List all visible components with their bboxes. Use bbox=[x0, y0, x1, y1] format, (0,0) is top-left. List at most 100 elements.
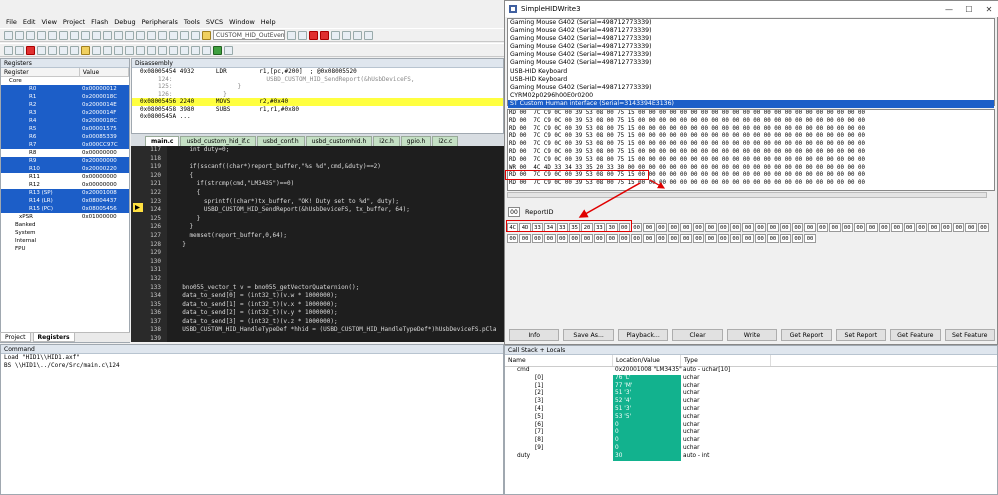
byte-field[interactable]: 00 bbox=[705, 223, 717, 232]
register-group[interactable]: System bbox=[1, 229, 129, 237]
register-group[interactable]: Internal bbox=[1, 237, 129, 245]
menu-item-file[interactable]: File bbox=[6, 18, 17, 26]
byte-field[interactable]: 00 bbox=[544, 233, 556, 243]
byte-field[interactable]: 00 bbox=[630, 233, 643, 243]
byte-field[interactable]: 00 bbox=[655, 233, 668, 243]
serial-window-icon[interactable] bbox=[169, 45, 178, 55]
write-button[interactable]: Write bbox=[726, 329, 778, 341]
file-tab[interactable]: i2c.c bbox=[432, 136, 459, 146]
register-row[interactable]: R15 (PC) 0x08005456 bbox=[1, 205, 129, 213]
device-item[interactable]: USB-HID Keyboard bbox=[508, 68, 994, 76]
byte-field[interactable]: 00 bbox=[568, 233, 581, 243]
register-group[interactable]: Banked bbox=[1, 221, 129, 229]
device-item[interactable]: Gaming Mouse G402 (Serial=498712773339) bbox=[508, 43, 994, 51]
device-item[interactable]: Gaming Mouse G402 (Serial=498712773339) bbox=[508, 84, 994, 92]
breakpoint-kill-icon[interactable] bbox=[342, 30, 351, 40]
byte-field[interactable]: 00 bbox=[915, 223, 928, 232]
maximize-icon[interactable]: ☐ bbox=[959, 5, 979, 14]
find-icon[interactable] bbox=[287, 30, 296, 40]
menu-item-debug[interactable]: Debug bbox=[114, 18, 135, 26]
byte-field[interactable]: 00 bbox=[730, 223, 742, 232]
register-row[interactable]: xPSR 0x01000000 bbox=[1, 213, 129, 221]
callstack-row[interactable]: [4] 51 '3' uchar bbox=[505, 405, 997, 414]
byte-field[interactable]: 00 bbox=[903, 223, 915, 232]
report-id-field[interactable]: 00 bbox=[508, 207, 520, 217]
register-group-core[interactable]: Core bbox=[1, 77, 129, 85]
file-tab[interactable]: main.c bbox=[145, 136, 180, 146]
byte-field[interactable]: 00 bbox=[519, 233, 531, 243]
get-report-button[interactable]: Get Report bbox=[781, 329, 832, 341]
reset-icon[interactable] bbox=[4, 45, 13, 55]
find-in-files-icon[interactable] bbox=[298, 30, 307, 40]
disassembly-line[interactable]: 126: } bbox=[132, 91, 503, 99]
debug-settings-icon[interactable] bbox=[224, 45, 233, 55]
byte-field[interactable]: 00 bbox=[866, 223, 878, 232]
byte-field[interactable]: 00 bbox=[878, 223, 891, 232]
menu-item-peripherals[interactable]: Peripherals bbox=[142, 18, 178, 26]
callstack-row[interactable]: [8] 0 uchar bbox=[505, 437, 997, 445]
undo-icon[interactable] bbox=[81, 30, 90, 40]
disassembly-line[interactable]: 0x08005456 2240 MOVS r2,#0x40 bbox=[132, 98, 503, 106]
step-over-icon[interactable] bbox=[48, 45, 57, 55]
file-tab[interactable]: gpio.h bbox=[400, 136, 432, 146]
byte-field[interactable]: 00 bbox=[742, 233, 754, 243]
analysis-window-icon[interactable] bbox=[180, 45, 189, 55]
callstack-row[interactable]: cmd 0x20001008 "LM3435" auto - uchar[10] bbox=[505, 367, 997, 375]
register-row[interactable]: R3 0x2000014F bbox=[1, 109, 129, 117]
register-row[interactable]: R4 0x2000018C bbox=[1, 117, 129, 125]
info-button[interactable]: Info bbox=[509, 329, 560, 341]
byte-field[interactable]: 00 bbox=[680, 233, 692, 243]
registers-window-icon[interactable] bbox=[125, 45, 134, 55]
menu-item-project[interactable]: Project bbox=[63, 18, 85, 26]
step-out-icon[interactable] bbox=[59, 45, 68, 55]
callstack-row[interactable]: [1] 77 'M' uchar bbox=[505, 382, 997, 391]
byte-field[interactable]: 00 bbox=[816, 223, 829, 232]
memory-window-icon[interactable] bbox=[158, 45, 167, 55]
file-tab[interactable]: i2c.h bbox=[373, 136, 400, 146]
menu-item-view[interactable]: View bbox=[41, 18, 56, 26]
register-row[interactable]: R2 0x2000014E bbox=[1, 101, 129, 109]
byte-field[interactable]: 00 bbox=[754, 233, 767, 243]
device-item[interactable]: Gaming Mouse G402 (Serial=498712773339) bbox=[508, 27, 994, 35]
device-item[interactable]: CYRM02p0296h00E0r0200 bbox=[508, 92, 994, 100]
target-combo[interactable]: CUSTOM_HID_OutEvent_ bbox=[213, 30, 285, 40]
byte-field[interactable]: 00 bbox=[829, 223, 841, 232]
symbols-window-icon[interactable] bbox=[114, 45, 123, 55]
byte-field[interactable]: 00 bbox=[754, 223, 767, 232]
register-row[interactable]: R11 0x00000000 bbox=[1, 173, 129, 181]
byte-field[interactable]: 00 bbox=[668, 233, 680, 243]
byte-field[interactable]: 00 bbox=[791, 223, 804, 232]
save-as-button[interactable]: Save As... bbox=[563, 329, 614, 341]
register-row[interactable]: R12 0x00000000 bbox=[1, 181, 129, 189]
byte-field[interactable]: 00 bbox=[593, 233, 606, 243]
menu-item-flash[interactable]: Flash bbox=[91, 18, 108, 26]
callstack-row[interactable]: [3] 52 '4' uchar bbox=[505, 398, 997, 406]
get-feature-button[interactable]: Get Feature bbox=[890, 329, 941, 341]
byte-field[interactable]: 00 bbox=[779, 223, 791, 232]
file-tab[interactable]: usbd_customhid.h bbox=[305, 136, 373, 146]
register-row[interactable]: R10 0x20000220 bbox=[1, 165, 129, 173]
device-list[interactable]: Gaming Mouse G402 (Serial=498712773339) G… bbox=[507, 18, 995, 109]
stop-icon[interactable] bbox=[26, 45, 35, 55]
step-into-icon[interactable] bbox=[37, 45, 46, 55]
close-icon[interactable]: ✕ bbox=[979, 5, 998, 14]
callstack-row[interactable]: duty 30 auto - int bbox=[505, 452, 997, 461]
callstack-row[interactable]: [6] 0 uchar bbox=[505, 421, 997, 430]
register-row[interactable]: R6 0x00085339 bbox=[1, 133, 129, 141]
disassembly-line[interactable]: 124: USBD_CUSTOM_HID_SendReport(&hUsbDev… bbox=[132, 76, 503, 84]
debug-start-icon[interactable] bbox=[309, 30, 318, 40]
device-item[interactable]: Gaming Mouse G402 (Serial=498712773339) bbox=[508, 51, 994, 59]
callstack-row[interactable]: [2] 51 '3' uchar bbox=[505, 390, 997, 399]
settings-icon[interactable] bbox=[353, 30, 362, 40]
byte-field[interactable]: 00 bbox=[655, 223, 668, 232]
menu-item-svcs[interactable]: SVCS bbox=[206, 18, 223, 26]
byte-field[interactable]: 00 bbox=[692, 223, 705, 232]
byte-field[interactable]: 00 bbox=[717, 233, 730, 243]
file-tab[interactable]: usbd_conf.h bbox=[256, 136, 305, 146]
system-viewer-icon[interactable] bbox=[202, 45, 211, 55]
byte-field[interactable]: 00 bbox=[804, 223, 816, 232]
disassembly-line[interactable]: 0x0800545A ... bbox=[132, 113, 503, 121]
new-file-icon[interactable] bbox=[4, 30, 13, 40]
menu-item-window[interactable]: Window bbox=[229, 18, 255, 26]
show-next-statement-icon[interactable] bbox=[81, 45, 90, 55]
